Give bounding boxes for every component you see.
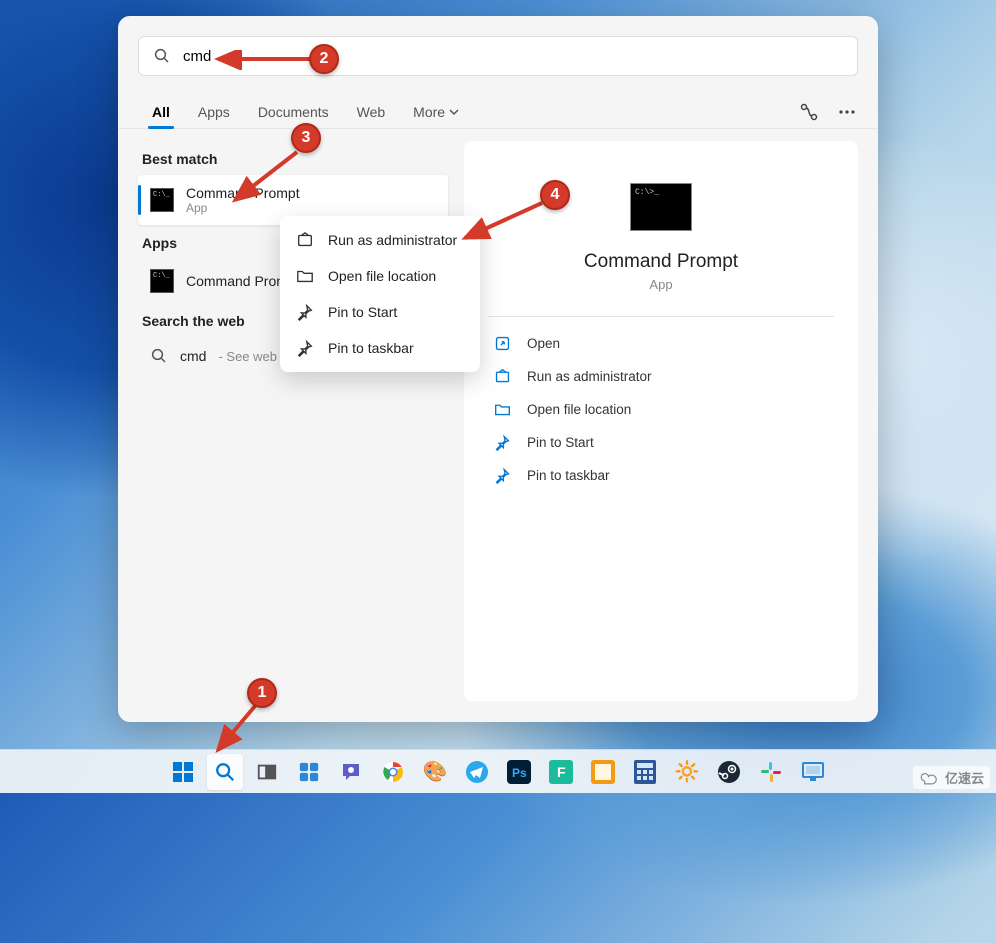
steam-icon [716,759,742,785]
sun-icon: 🔆 [674,759,700,785]
arrow-2 [210,50,315,70]
action-pin-start[interactable]: Pin to Start [488,426,834,459]
result-name: Command Pron [186,273,284,289]
svg-text:F: F [557,764,566,780]
taskview-icon [254,759,280,785]
chrome-icon [380,759,406,785]
divider [488,316,834,317]
arrow-1 [200,700,270,760]
app-y-button[interactable] [585,754,621,790]
tab-web[interactable]: Web [343,96,400,128]
windows-icon [170,759,196,785]
app-orange-button[interactable]: 🔆 [669,754,705,790]
pin-icon [494,467,511,484]
search-icon [153,47,171,65]
photoshop-icon: Ps [506,759,532,785]
taskbar: 🎨 Ps F 🔆 [0,749,996,793]
arrow-3 [225,148,305,208]
search-tabs: All Apps Documents Web More [118,96,878,129]
action-pin-taskbar[interactable]: Pin to taskbar [488,459,834,492]
folder-icon [296,267,314,285]
ctx-pin-taskbar[interactable]: Pin to taskbar [280,330,480,366]
web-result-name: cmd [180,348,206,364]
details-sub: App [649,277,672,292]
folder-icon [494,401,511,418]
action-open-location[interactable]: Open file location [488,393,834,426]
calculator-icon [632,759,658,785]
tab-documents[interactable]: Documents [244,96,343,128]
search-icon [150,347,168,365]
app-y-icon [590,759,616,785]
context-menu: Run as administrator Open file location … [280,216,480,372]
chat-button[interactable] [333,754,369,790]
cmd-thumbnail: C:\>_ [630,183,692,231]
action-run-admin[interactable]: Run as administrator [488,360,834,393]
tab-apps[interactable]: Apps [184,96,244,128]
photoshop-button[interactable]: Ps [501,754,537,790]
arrow-4 [457,200,547,245]
slack-button[interactable] [753,754,789,790]
callout-4: 4 [540,180,570,210]
pin-icon [296,303,314,321]
steam-button[interactable] [711,754,747,790]
chrome-button[interactable] [375,754,411,790]
widgets-icon [296,759,322,785]
pin-icon [296,339,314,357]
ctx-pin-start[interactable]: Pin to Start [280,294,480,330]
palette-icon: 🎨 [422,759,448,785]
flow-icon[interactable] [798,101,820,123]
cmd-icon: C:\_ [150,269,174,293]
svg-text:Ps: Ps [512,766,527,780]
callout-2: 2 [309,44,339,74]
details-actions: Open Run as administrator Open file loca… [488,327,834,492]
ctx-run-admin[interactable]: Run as administrator [280,222,480,258]
more-icon[interactable] [836,101,858,123]
ctx-open-location[interactable]: Open file location [280,258,480,294]
calculator-button[interactable] [627,754,663,790]
tab-more[interactable]: More [399,96,473,128]
search-panel: All Apps Documents Web More Best match C… [118,16,878,722]
paint-button[interactable]: 🎨 [417,754,453,790]
search-icon [212,759,238,785]
telegram-button[interactable] [459,754,495,790]
cmd-icon: C:\_ [150,188,174,212]
app-monitor-button[interactable] [795,754,831,790]
slack-icon [758,759,784,785]
watermark: 亿速云 [913,766,990,789]
chevron-down-icon [449,107,459,117]
app-f-icon: F [548,759,574,785]
tab-all[interactable]: All [138,96,184,128]
shield-admin-icon [494,368,511,385]
monitor-icon [800,759,826,785]
action-open[interactable]: Open [488,327,834,360]
details-title: Command Prompt [584,251,738,273]
chat-icon [338,759,364,785]
widgets-button[interactable] [291,754,327,790]
callout-1: 1 [247,678,277,708]
start-button[interactable] [165,754,201,790]
telegram-icon [464,759,490,785]
callout-3: 3 [291,123,321,153]
shield-admin-icon [296,231,314,249]
open-icon [494,335,511,352]
pin-icon [494,434,511,451]
app-f-button[interactable]: F [543,754,579,790]
